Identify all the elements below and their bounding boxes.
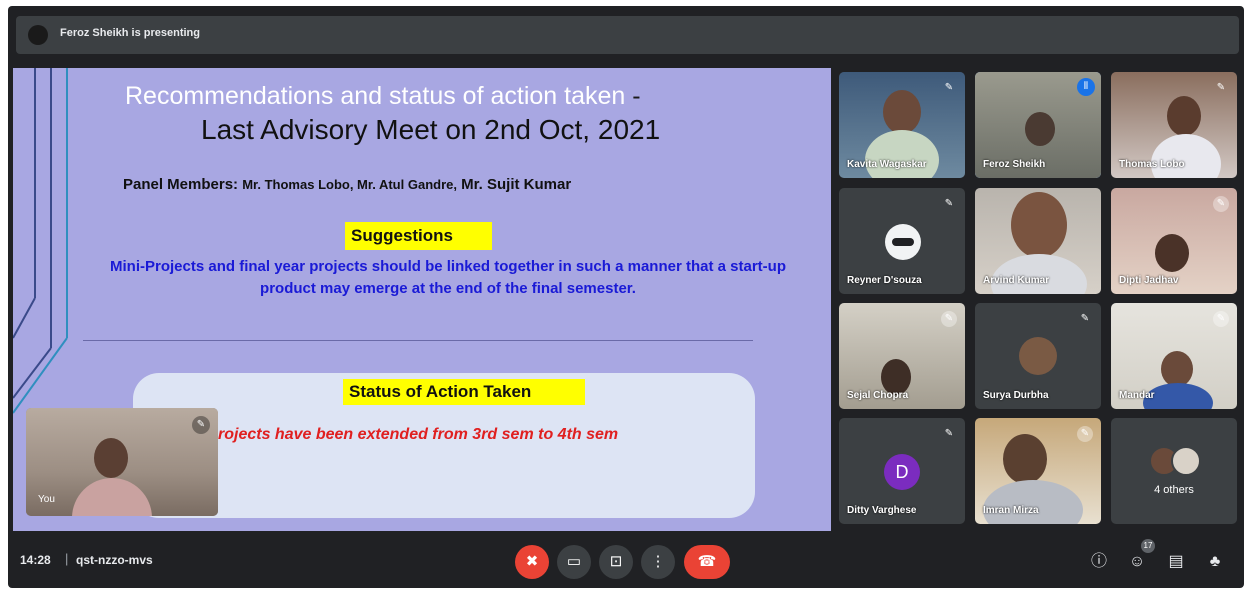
suggestions-heading: Suggestions [345,222,492,250]
participant-video [1155,234,1189,272]
panel-members: Panel Members: Mr. Thomas Lobo, Mr. Atul… [123,176,572,193]
participant-name: Reyner D'souza [847,275,922,286]
slide-divider [83,340,753,341]
participant-tile[interactable]: ✎ Sejal Chopra [839,303,965,409]
mic-muted-button[interactable]: ✖ [515,545,549,579]
more-options-button[interactable]: ⋮ [641,545,675,579]
separator: | [65,551,69,566]
present-icon: ⊡ [609,553,623,570]
participant-name: Kavita Wagaskar [847,159,927,170]
participant-video [883,90,921,134]
info-icon: ⓘ [1090,553,1107,570]
participant-tile[interactable]: D ✎ Ditty Varghese [839,418,965,524]
end-call-button[interactable]: ☎ [684,545,730,579]
mic-off-icon: ✎ [1213,196,1229,212]
people-button[interactable]: ☺ [1125,550,1149,574]
self-head [94,438,128,478]
participant-name: Mandar [1119,390,1155,401]
participant-tile[interactable]: ✎ Reyner D'souza [839,188,965,294]
mic-off-icon: ✎ [944,428,954,439]
participant-video [1161,351,1193,387]
mic-off-icon: ✎ [1213,311,1229,327]
activities-button[interactable]: ♣ [1203,550,1227,574]
presenter-avatar [28,25,48,45]
participant-video [1167,96,1201,136]
participant-tile-active-speaker[interactable]: ⦀ Feroz Sheikh [975,72,1101,178]
presenting-text: Feroz Sheikh is presenting [60,27,200,39]
other-avatar [1171,446,1201,476]
self-view-label: You [38,494,55,505]
participant-video [1011,192,1067,258]
people-icon: ☺ [1128,553,1146,570]
meeting-code: qst-nzzo-mvs [76,553,153,567]
participant-video [1003,434,1047,484]
status-text: rojects have been extended from 3rd sem … [218,426,619,443]
mic-off-icon: ✎ [1080,313,1090,324]
mic-off-icon: ✎ [944,82,954,93]
participant-name: Dipti Jadhav [1119,275,1179,286]
participant-name: Ditty Varghese [847,505,917,516]
participant-name: Sejal Chopra [847,390,909,401]
present-button[interactable]: ⊡ [599,545,633,579]
chat-icon: ▤ [1168,553,1184,570]
participant-avatar [885,224,921,260]
clock: 14:28 [20,553,51,567]
slide-title-line2: Last Advisory Meet on 2nd Oct, 2021 [201,114,661,145]
participant-tile[interactable]: ✎ Mandar [1111,303,1237,409]
participant-avatar: D [884,454,920,490]
people-count-badge: 17 [1141,539,1155,553]
participant-tile[interactable]: ✎ Surya Durbha [975,303,1101,409]
slide-title-line1: Recommendations and status of action tak… [125,82,641,110]
activities-icon: ♣ [1209,553,1221,570]
mic-off-icon: ✎ [1077,426,1093,442]
mic-off-icon: ✎ [944,198,954,209]
meeting-info-button[interactable]: ⓘ [1087,550,1111,574]
chat-button[interactable]: ▤ [1164,550,1188,574]
participant-name: Thomas Lobo [1119,159,1185,170]
mic-off-icon: ✎ [1216,82,1226,93]
participant-tile[interactable]: ✎ Kavita Wagaskar [839,72,965,178]
mic-muted-icon: ✖ [525,553,539,570]
presenting-banner: Feroz Sheikh is presenting [16,16,1239,54]
participant-name: Surya Durbha [983,390,1049,401]
participant-name: Imran Mirza [983,505,1039,516]
speaking-icon: ⦀ [1077,78,1095,96]
camera-button[interactable]: ▭ [557,545,591,579]
participant-name: Feroz Sheikh [983,159,1046,170]
end-call-icon: ☎ [697,553,717,570]
participant-name: Arvind Kumar [983,275,1050,286]
participant-tile[interactable]: Arvind Kumar [975,188,1101,294]
others-tile[interactable]: 4 others [1111,418,1237,524]
mic-indicator-icon: ✎ [192,416,210,434]
others-label: 4 others [1154,484,1194,496]
suggestions-text: Mini-Projects and final year projects sh… [110,258,786,297]
participant-tile[interactable]: ✎ Imran Mirza [975,418,1101,524]
status-heading: Status of Action Taken [343,379,585,405]
more-icon: ⋮ [650,553,666,570]
participant-tile[interactable]: ✎ Dipti Jadhav [1111,188,1237,294]
camera-icon: ▭ [566,553,582,570]
self-view-tile[interactable]: ✎ You [26,408,218,516]
participant-tile[interactable]: ✎ Thomas Lobo [1111,72,1237,178]
participant-video [1025,112,1055,146]
mic-off-icon: ✎ [941,311,957,327]
participant-avatar [1019,337,1057,375]
